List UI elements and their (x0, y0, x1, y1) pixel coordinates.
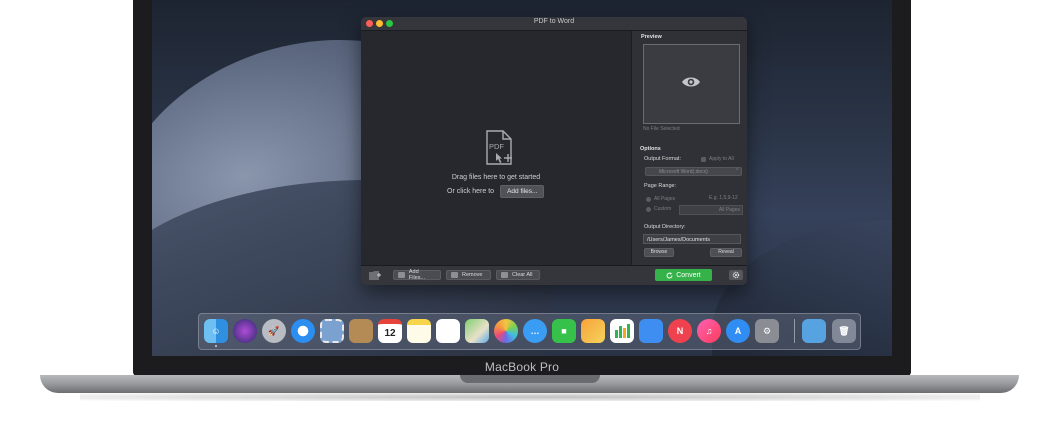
click-instructions-row: Or click here to Add files... (447, 185, 545, 198)
finder-icon[interactable]: ☺ (204, 319, 228, 343)
convert-label: Convert (676, 271, 701, 279)
notes-icon[interactable] (407, 319, 431, 343)
dock: ☺ 🚀 12 … ■ N ♫ A ⚙ 🗑 (198, 313, 861, 350)
apply-to-all-label: Apply to All (709, 156, 734, 162)
output-folder-icon[interactable] (368, 269, 382, 282)
pdf-icon-label: PDF (489, 142, 504, 151)
numbers-icon[interactable] (610, 319, 634, 343)
title-bar[interactable]: PDF to Word (361, 17, 747, 31)
add-files-toolbar-button[interactable]: Add Files... (393, 269, 441, 281)
add-file-icon (398, 272, 405, 278)
all-pages-label: All Pages (654, 196, 676, 202)
drag-instructions: Drag files here to get started (451, 174, 541, 181)
window-title: PDF to Word (533, 18, 575, 25)
remove-label: Remove (462, 272, 483, 278)
dock-separator (794, 319, 795, 343)
safari-icon[interactable] (291, 319, 315, 343)
remove-file-icon (451, 272, 458, 278)
add-files-toolbar-label: Add Files... (408, 269, 426, 281)
clear-all-label: Clear All (512, 272, 533, 278)
clear-all-button[interactable]: Clear All (496, 270, 540, 280)
settings-button[interactable] (729, 270, 743, 280)
siri-icon[interactable] (233, 319, 257, 343)
apply-to-all-checkbox[interactable] (701, 157, 706, 162)
custom-range-value: All Pages (718, 207, 740, 213)
remove-button[interactable]: Remove (446, 270, 491, 280)
preview-box (643, 44, 740, 124)
app-store-icon[interactable]: A (726, 319, 750, 343)
pages-icon[interactable] (581, 319, 605, 343)
convert-button[interactable]: Convert (655, 269, 712, 281)
news-icon[interactable]: N (668, 319, 692, 343)
pdf-to-word-window: PDF to Word PDF Drag files here to get s… (361, 17, 747, 285)
custom-radio[interactable] (646, 207, 651, 212)
gear-icon (732, 271, 740, 279)
macbook-pro-label: MacBook Pro (484, 360, 560, 374)
eye-icon (682, 77, 700, 87)
itunes-icon[interactable]: ♫ (697, 319, 721, 343)
facetime-icon[interactable]: ■ (552, 319, 576, 343)
laptop-shadow (80, 393, 980, 401)
browse-button[interactable]: Browse (644, 248, 674, 257)
output-directory-label: Output Directory: (644, 224, 686, 230)
downloads-folder-icon[interactable] (802, 319, 826, 343)
options-title: Options (640, 146, 661, 152)
system-preferences-icon[interactable]: ⚙ (755, 319, 779, 343)
click-instructions: Or click here to (447, 188, 495, 195)
add-files-button[interactable]: Add files... (500, 185, 545, 198)
output-format-select[interactable]: Microsoft Word(.docx) (645, 167, 742, 176)
trash-icon (501, 272, 508, 278)
output-format-label: Output Format: (644, 156, 681, 162)
output-directory-field[interactable]: /Users/James/Documents (643, 234, 741, 244)
preview-title: Preview (641, 34, 662, 40)
all-pages-radio[interactable] (646, 197, 651, 202)
contacts-icon[interactable] (349, 319, 373, 343)
no-file-selected: No File Selected (643, 126, 680, 132)
bottom-toolbar: Add Files... Remove Clear All Convert (361, 265, 747, 285)
trash-icon[interactable]: 🗑 (832, 319, 856, 343)
file-drop-area[interactable]: PDF Drag files here to get started Or cl… (361, 31, 631, 265)
calendar-day: 12 (384, 328, 396, 339)
reveal-button[interactable]: Reveal (710, 248, 742, 257)
bar-chart-icon (615, 324, 630, 338)
page-range-hint: E.g. 1,5,9-12 (709, 195, 738, 201)
calendar-icon[interactable]: 12 (378, 319, 402, 343)
options-sidebar: Preview No File Selected Options Output … (631, 31, 747, 265)
mail-stamp-icon[interactable] (320, 319, 344, 343)
custom-label: Custom (654, 206, 672, 212)
running-indicator (215, 345, 217, 347)
refresh-icon (666, 271, 673, 278)
custom-range-field[interactable]: All Pages (679, 205, 743, 215)
launchpad-icon[interactable]: 🚀 (262, 319, 286, 343)
messages-icon[interactable]: … (523, 319, 547, 343)
keynote-icon[interactable] (639, 319, 663, 343)
photos-icon[interactable] (494, 319, 518, 343)
page-range-label: Page Range: (644, 183, 677, 189)
reminders-icon[interactable] (436, 319, 460, 343)
pdf-file-icon: PDF (486, 130, 512, 165)
maps-icon[interactable] (465, 319, 489, 343)
laptop-notch (460, 375, 600, 383)
chevron-updown-icon: ⌃ (735, 168, 740, 174)
